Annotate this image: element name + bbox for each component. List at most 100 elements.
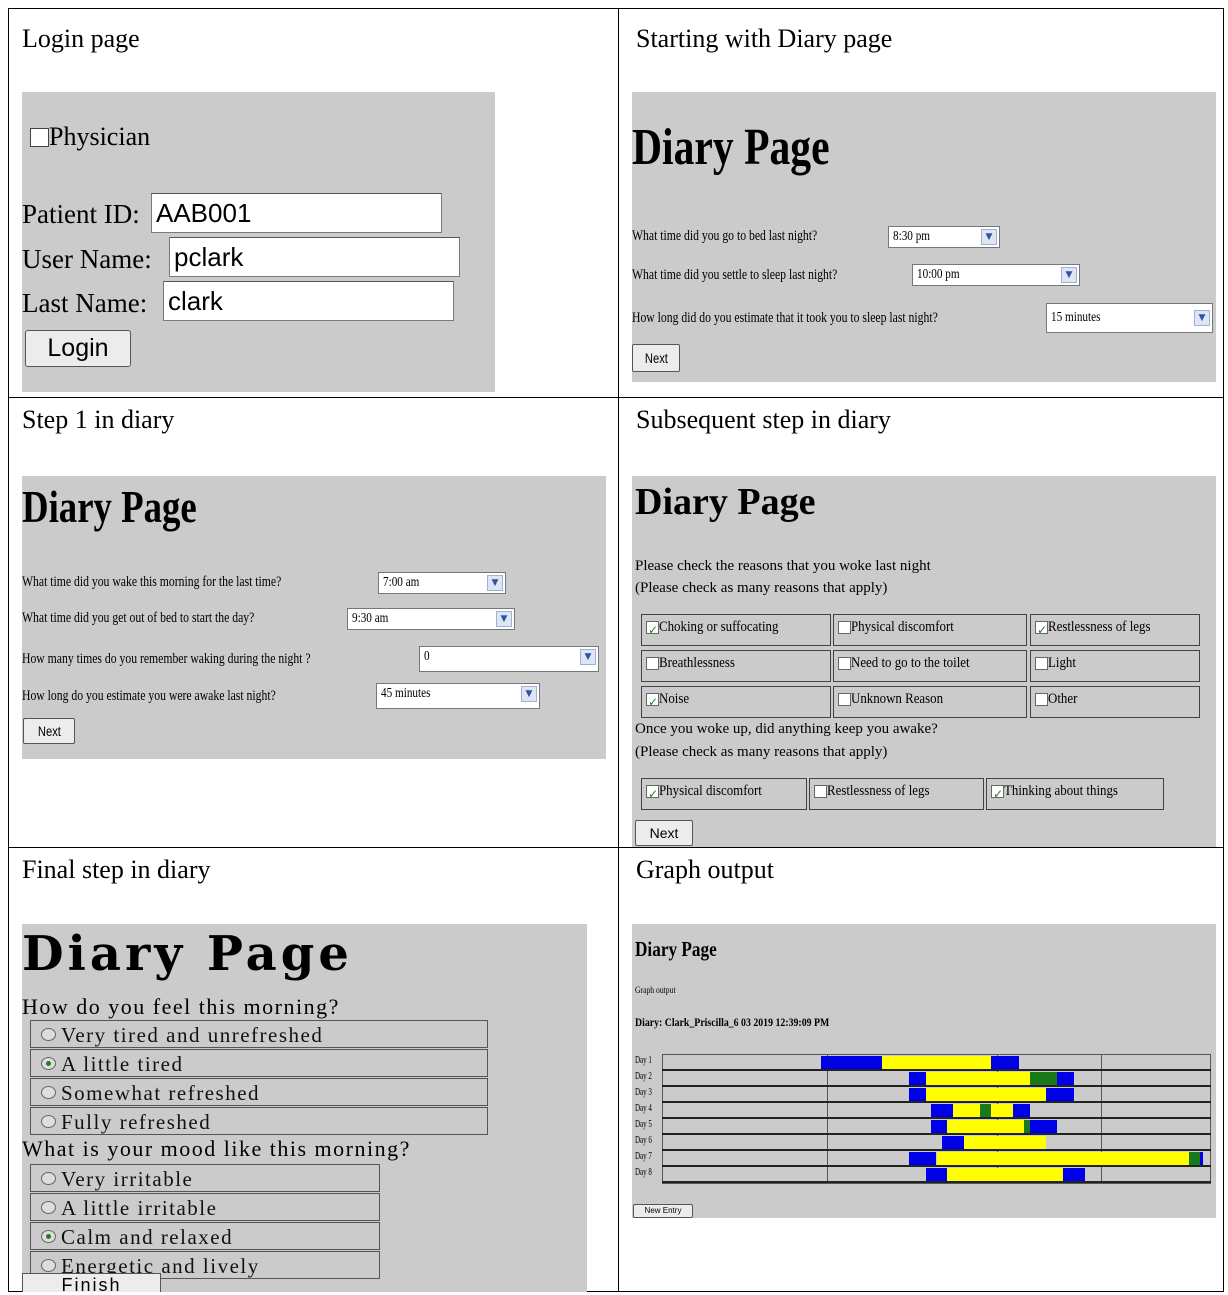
reason-checkbox[interactable] bbox=[991, 782, 1004, 806]
reason-checkbox[interactable] bbox=[646, 657, 659, 671]
tick-label: Day 4 bbox=[635, 1103, 652, 1114]
tick-label: Day 5 bbox=[635, 1119, 652, 1130]
last-name-field[interactable]: clark bbox=[163, 281, 454, 321]
sleep-bar-segment bbox=[963, 1136, 1047, 1149]
new-entry-button[interactable]: New Entry bbox=[633, 1204, 693, 1218]
radio-button[interactable] bbox=[41, 1028, 56, 1041]
sleep-time-select[interactable]: 10:00 pm ▼ bbox=[912, 264, 1080, 286]
reason-checkbox[interactable] bbox=[646, 782, 659, 806]
sleep-bar-segment bbox=[909, 1088, 926, 1101]
user-name-field[interactable]: pclark bbox=[169, 237, 460, 277]
reason-label: Light bbox=[1048, 655, 1076, 671]
reason-option[interactable]: Restlessness of legs bbox=[809, 778, 984, 810]
reason-checkbox[interactable] bbox=[838, 621, 851, 635]
chevron-down-icon: ▼ bbox=[1061, 267, 1077, 283]
wake-count-select[interactable]: 0 ▼ bbox=[419, 646, 599, 672]
sleep-bar-segment bbox=[1062, 1168, 1085, 1181]
reason-option[interactable]: Choking or suffocating bbox=[641, 614, 831, 646]
reason-label: Physical discomfort bbox=[659, 783, 762, 799]
radio-button[interactable] bbox=[41, 1086, 56, 1099]
cell-title-diary-start: Starting with Diary page bbox=[636, 24, 893, 53]
reason-option[interactable]: Noise bbox=[641, 686, 831, 718]
reason-label: Restlessness of legs bbox=[1048, 619, 1151, 635]
radio-option[interactable]: Fully refreshed bbox=[30, 1107, 488, 1135]
radio-option[interactable]: A little tired bbox=[30, 1049, 488, 1077]
sleep-bar-segment bbox=[980, 1104, 992, 1117]
row-baseline bbox=[662, 1085, 1211, 1087]
cell-title-step1: Step 1 in diary bbox=[22, 405, 175, 434]
login-button[interactable]: Login bbox=[25, 330, 131, 367]
row-baseline bbox=[662, 1069, 1211, 1071]
diary-heading: Diary Page bbox=[632, 119, 830, 176]
radio-button[interactable] bbox=[41, 1201, 56, 1214]
radio-button[interactable] bbox=[41, 1057, 56, 1070]
reason-option[interactable]: Unknown Reason bbox=[833, 686, 1027, 718]
out-of-bed-select[interactable]: 9:30 am ▼ bbox=[347, 608, 515, 630]
reason-option[interactable]: Need to go to the toilet bbox=[833, 650, 1027, 682]
cell-title-final: Final step in diary bbox=[22, 855, 211, 884]
wake-time-question: What time did you wake this morning for … bbox=[22, 574, 282, 590]
sleep-bar-segment bbox=[1029, 1072, 1058, 1085]
patient-id-label: Patient ID: bbox=[22, 199, 140, 229]
awake-intro: Once you woke up, did anything keep you … bbox=[635, 721, 938, 737]
radio-option[interactable]: A little irritable bbox=[30, 1193, 380, 1221]
reason-option[interactable]: Light bbox=[1030, 650, 1200, 682]
reason-checkbox[interactable] bbox=[814, 785, 827, 799]
finish-button[interactable]: Finish bbox=[22, 1273, 161, 1292]
reason-option[interactable]: Restlessness of legs bbox=[1030, 614, 1200, 646]
cell-title-subsequent: Subsequent step in diary bbox=[636, 405, 891, 434]
radio-option[interactable]: Very tired and unrefreshed bbox=[30, 1020, 488, 1048]
next-button[interactable]: Next bbox=[632, 344, 680, 372]
reason-checkbox[interactable] bbox=[838, 693, 851, 707]
sleep-time-question: What time did you settle to sleep last n… bbox=[632, 267, 838, 283]
reason-checkbox[interactable] bbox=[646, 690, 659, 714]
reason-option[interactable]: Physical discomfort bbox=[641, 778, 807, 810]
reason-label: Noise bbox=[659, 691, 690, 707]
bedtime-question: What time did you go to bed last night? bbox=[632, 228, 818, 244]
radio-option[interactable]: Calm and relaxed bbox=[30, 1222, 380, 1250]
row-baseline bbox=[662, 1181, 1211, 1183]
diary-start-screenshot: Diary Page What time did you go to bed l… bbox=[632, 92, 1216, 382]
physician-checkbox[interactable] bbox=[30, 127, 49, 147]
next-button[interactable]: Next bbox=[635, 820, 693, 846]
sleep-bar-segment bbox=[909, 1072, 926, 1085]
reason-option[interactable]: Other bbox=[1030, 686, 1200, 718]
sleep-bar-segment bbox=[947, 1168, 1063, 1181]
row-baseline bbox=[662, 1149, 1211, 1151]
sleep-chart: Day 1 Day 2 Day 3 Day 4 Day 5 Day 6 Day 7 Day 8 bbox=[632, 1054, 1216, 1199]
sleep-bar-segment bbox=[991, 1104, 1014, 1117]
awake-duration-select[interactable]: 45 minutes ▼ bbox=[376, 683, 540, 709]
reason-label: Unknown Reason bbox=[851, 691, 944, 707]
chevron-down-icon: ▼ bbox=[981, 229, 997, 245]
table-divider bbox=[8, 397, 1224, 398]
sleep-latency-select[interactable]: 15 minutes ▼ bbox=[1046, 303, 1213, 333]
bedtime-select[interactable]: 8:30 pm ▼ bbox=[888, 226, 1000, 248]
cell-title-graph: Graph output bbox=[636, 855, 774, 884]
reason-checkbox[interactable] bbox=[1035, 618, 1048, 642]
radio-label: Calm and relaxed bbox=[61, 1225, 234, 1249]
radio-label: Very tired and unrefreshed bbox=[61, 1023, 324, 1047]
reason-checkbox[interactable] bbox=[646, 618, 659, 642]
radio-button[interactable] bbox=[41, 1172, 56, 1185]
graph-screenshot: Diary Page Graph output Diary: Clark_Pri… bbox=[632, 924, 1216, 1218]
next-button[interactable]: Next bbox=[23, 718, 75, 744]
radio-button[interactable] bbox=[41, 1115, 56, 1128]
radio-option[interactable]: Somewhat refreshed bbox=[30, 1078, 488, 1106]
reason-checkbox[interactable] bbox=[1035, 693, 1048, 707]
patient-id-field[interactable]: AAB001 bbox=[151, 193, 442, 233]
reason-checkbox[interactable] bbox=[1035, 657, 1048, 671]
sleep-bar-segment bbox=[925, 1168, 948, 1181]
mood-question: What is your mood like this morning? bbox=[22, 1136, 411, 1161]
diary-heading: Diary Page bbox=[22, 926, 353, 982]
reason-option[interactable]: Thinking about things bbox=[986, 778, 1164, 810]
reason-option[interactable]: Breathlessness bbox=[641, 650, 831, 682]
radio-button[interactable] bbox=[41, 1230, 56, 1243]
reason-checkbox[interactable] bbox=[838, 657, 851, 671]
physician-option[interactable]: Physician bbox=[30, 120, 150, 152]
wake-time-select[interactable]: 7:00 am ▼ bbox=[378, 572, 506, 594]
sleep-bar-segment bbox=[952, 1104, 981, 1117]
reason-option[interactable]: Physical discomfort bbox=[833, 614, 1027, 646]
radio-option[interactable]: Very irritable bbox=[30, 1164, 380, 1192]
radio-button[interactable] bbox=[41, 1259, 56, 1272]
out-of-bed-question: What time did you get out of bed to star… bbox=[22, 610, 255, 626]
